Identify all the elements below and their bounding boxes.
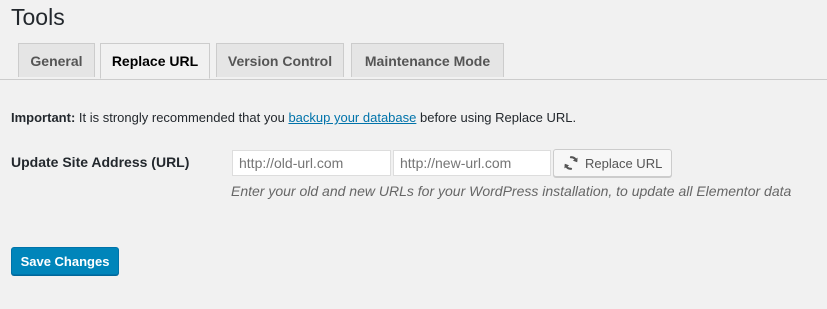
new-url-input[interactable] bbox=[393, 150, 551, 176]
tab-maintenance-mode[interactable]: Maintenance Mode bbox=[351, 43, 504, 77]
tab-replace-url[interactable]: Replace URL bbox=[100, 43, 210, 79]
refresh-icon bbox=[564, 156, 578, 170]
save-changes-button[interactable]: Save Changes bbox=[11, 247, 119, 275]
replace-url-button[interactable]: Replace URL bbox=[553, 149, 672, 177]
notice-text-after: before using Replace URL. bbox=[416, 110, 577, 125]
backup-database-link[interactable]: backup your database bbox=[288, 110, 416, 125]
tab-bar: General Replace URL Version Control Main… bbox=[0, 43, 827, 80]
replace-url-button-label: Replace URL bbox=[585, 155, 663, 171]
tab-version-control[interactable]: Version Control bbox=[216, 43, 344, 77]
replace-url-description: Enter your old and new URLs for your Wor… bbox=[231, 183, 792, 199]
backup-notice: Important: It is strongly recommended th… bbox=[11, 110, 576, 125]
page-title: Tools bbox=[11, 4, 65, 30]
notice-strong: Important: bbox=[11, 110, 76, 125]
notice-text-before: It is strongly recommended that you bbox=[75, 110, 289, 125]
tab-general[interactable]: General bbox=[18, 43, 95, 77]
update-site-address-label: Update Site Address (URL) bbox=[11, 154, 190, 170]
old-url-input[interactable] bbox=[232, 150, 391, 176]
